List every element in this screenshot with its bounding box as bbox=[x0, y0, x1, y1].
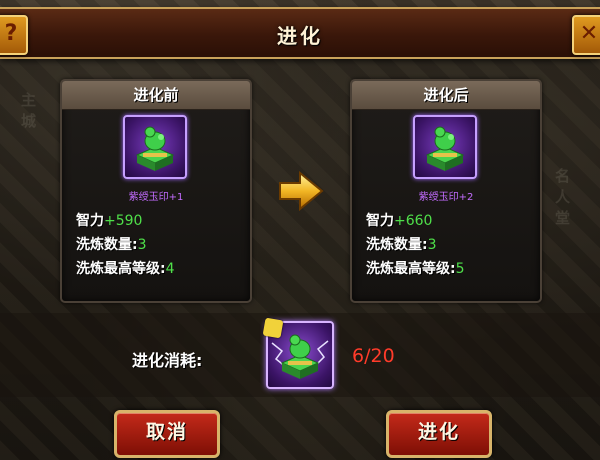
cancel-button[interactable]: 取消 bbox=[114, 410, 220, 458]
cost-label: 进化消耗: bbox=[132, 351, 203, 370]
after-panel: 进化后 紫绶玉印+2 智力+660 洗炼数量:3 洗炼最高等级:5 bbox=[350, 79, 542, 303]
stat-row-intelligence: 智力+590 bbox=[76, 209, 175, 233]
stat-value: +660 bbox=[394, 213, 433, 229]
after-item-name: 紫绶玉印+2 bbox=[418, 192, 474, 203]
arrow-right-icon bbox=[276, 170, 326, 215]
stat-row-intelligence: 智力+660 bbox=[366, 209, 465, 233]
stat-label: 洗炼最高等级: bbox=[76, 261, 166, 277]
seal-fragment-icon[interactable] bbox=[262, 317, 334, 389]
stat-value: 3 bbox=[137, 237, 147, 253]
puzzle-piece-icon bbox=[262, 317, 284, 339]
stat-label: 智力 bbox=[366, 213, 394, 229]
stat-row-refine-max-level: 洗炼最高等级:4 bbox=[76, 257, 175, 281]
stat-row-refine-count: 洗炼数量:3 bbox=[366, 233, 465, 257]
after-stats: 智力+660 洗炼数量:3 洗炼最高等级:5 bbox=[366, 209, 465, 281]
before-item-name: 紫绶玉印+1 bbox=[128, 192, 184, 203]
dialog-title-bar: ? 进化 ✕ bbox=[0, 7, 600, 59]
cost-count: 6/20 bbox=[352, 345, 395, 367]
after-header: 进化后 bbox=[352, 81, 540, 110]
before-panel: 进化前 紫绶玉印+1 智力+590 洗炼数量:3 洗炼最高等级:4 bbox=[60, 79, 252, 303]
stat-label: 洗炼数量: bbox=[366, 237, 428, 253]
stat-value: 4 bbox=[165, 261, 175, 277]
stat-value: 3 bbox=[427, 237, 437, 253]
jade-seal-icon[interactable] bbox=[123, 115, 187, 179]
stat-label: 洗炼数量: bbox=[76, 237, 138, 253]
close-button[interactable]: ✕ bbox=[572, 15, 600, 55]
stat-label: 洗炼最高等级: bbox=[366, 261, 456, 277]
before-stats: 智力+590 洗炼数量:3 洗炼最高等级:4 bbox=[76, 209, 175, 281]
dialog-title: 进化 bbox=[277, 24, 323, 48]
before-header: 进化前 bbox=[62, 81, 250, 110]
stat-row-refine-max-level: 洗炼最高等级:5 bbox=[366, 257, 465, 281]
jade-seal-icon[interactable] bbox=[413, 115, 477, 179]
stat-label: 智力 bbox=[76, 213, 104, 229]
stat-value: +590 bbox=[104, 213, 143, 229]
stat-value: 5 bbox=[455, 261, 465, 277]
stat-row-refine-count: 洗炼数量:3 bbox=[76, 233, 175, 257]
evolve-button[interactable]: 进化 bbox=[386, 410, 492, 458]
